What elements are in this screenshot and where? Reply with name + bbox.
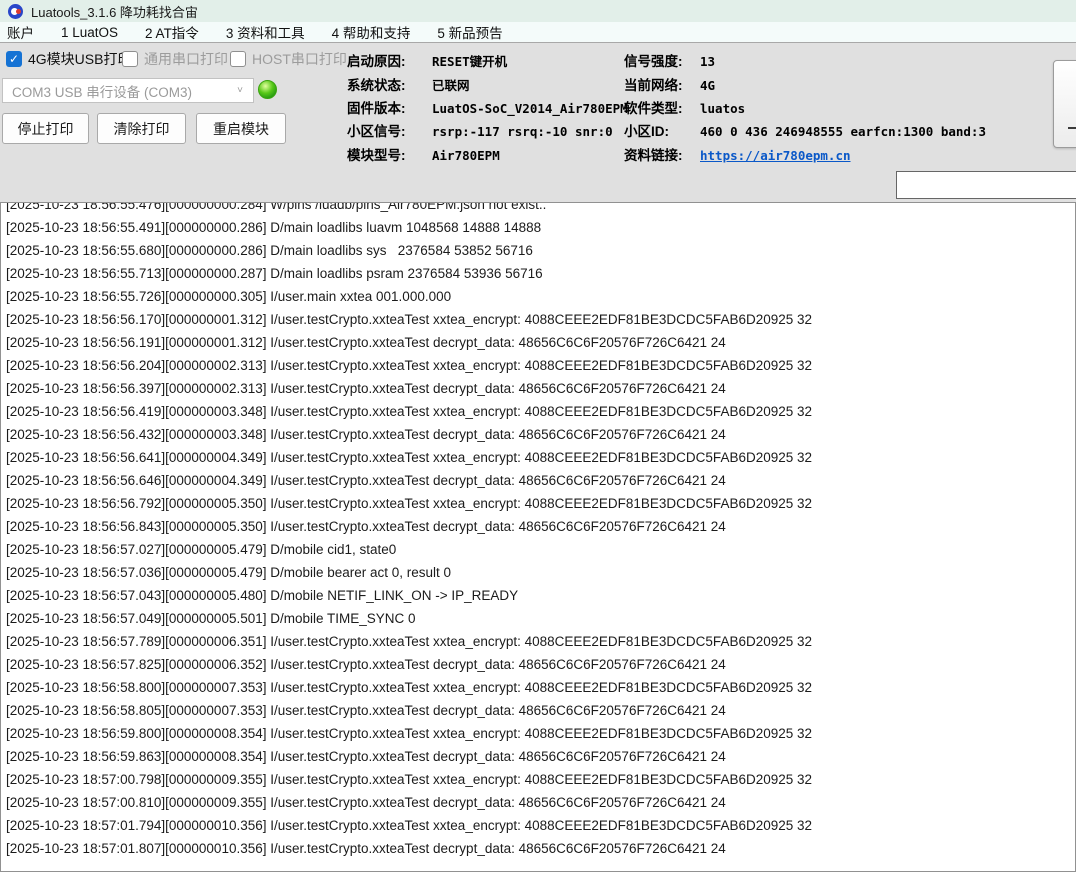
checkbox-generic-serial-print[interactable]: 通用串口打印 [122,49,228,69]
current-network-label: 当前网络: [624,74,700,94]
minus-icon [1068,127,1076,129]
menu-item-help-support[interactable]: 4 帮助和支持 [332,22,411,42]
log-line: [2025-10-23 18:56:56.419][000000003.348]… [6,400,1075,423]
log-line: [2025-10-23 18:56:57.825][000000006.352]… [6,653,1075,676]
log-line: [2025-10-23 18:57:01.807][000000010.356]… [6,837,1075,860]
connection-status-led-icon [258,80,277,99]
checkbox-host-serial-print[interactable]: HOST串口打印 [230,49,347,69]
menu-item-new-products[interactable]: 5 新品预告 [437,22,502,42]
luatools-window: Luatools_3.1.6 降功耗找合宙 账户 1 LuatOS 2 AT指令… [0,0,1076,872]
log-line: [2025-10-23 18:56:56.646][000000004.349]… [6,469,1075,492]
info-row-module-model: 模块型号: Air780EPM [347,144,500,164]
log-line: [2025-10-23 18:56:56.204][000000002.313]… [6,354,1075,377]
log-line: [2025-10-23 18:56:57.789][000000006.351]… [6,630,1075,653]
log-line: [2025-10-23 18:56:58.800][000000007.353]… [6,676,1075,699]
log-line: [2025-10-23 18:56:55.476][000000000.284]… [6,202,1075,216]
log-output-area[interactable]: [2025-10-23 18:56:55.476][000000000.284]… [0,202,1076,872]
signal-strength-value: 13 [700,54,715,69]
module-model-value: Air780EPM [432,148,500,163]
current-network-value: 4G [700,78,715,93]
checkbox-usb-print-label: 4G模块USB打印 [28,49,131,69]
log-line: [2025-10-23 18:56:56.397][000000002.313]… [6,377,1075,400]
log-line: [2025-10-23 18:56:56.432][000000003.348]… [6,423,1075,446]
menu-item-at-command[interactable]: 2 AT指令 [145,22,199,42]
checkbox-host-serial-label: HOST串口打印 [252,49,347,69]
checkbox-usb-print[interactable]: ✓ 4G模块USB打印 [6,49,131,69]
firmware-version-value: LuatOS-SoC_V2014_Air780EPM [432,101,628,116]
log-filter-input[interactable] [896,171,1076,199]
stop-print-button[interactable]: 停止打印 [2,113,89,144]
log-line: [2025-10-23 18:56:55.726][000000000.305]… [6,285,1075,308]
signal-strength-label: 信号强度: [624,50,700,70]
system-status-value: 已联网 [432,75,470,94]
checkbox-unchecked-icon[interactable] [230,51,246,67]
com-port-selected-value: COM3 USB 串行设备 (COM3) [12,81,192,101]
app-logo-icon [8,4,23,19]
docs-link[interactable]: https://air780epm.cn [700,148,851,163]
menu-item-luatos[interactable]: 1 LuatOS [61,25,118,40]
checkbox-checked-icon[interactable]: ✓ [6,51,22,67]
log-line: [2025-10-23 18:56:57.036][000000005.479]… [6,561,1075,584]
log-lines: [2025-10-23 18:56:55.476][000000000.284]… [1,202,1075,860]
checkbox-unchecked-icon[interactable] [122,51,138,67]
firmware-version-label: 固件版本: [347,97,432,117]
info-row-cell-signal: 小区信号: rsrp:-117 rsrq:-10 snr:0 [347,120,613,140]
log-line: [2025-10-23 18:56:57.043][000000005.480]… [6,584,1075,607]
log-line: [2025-10-23 18:56:59.800][000000008.354]… [6,722,1075,745]
title-bar: Luatools_3.1.6 降功耗找合宙 [0,0,1076,22]
cell-signal-value: rsrp:-117 rsrq:-10 snr:0 [432,124,613,139]
log-line: [2025-10-23 18:56:57.049][000000005.501]… [6,607,1075,630]
window-title: Luatools_3.1.6 降功耗找合宙 [31,2,198,21]
system-status-label: 系统状态: [347,74,432,94]
cell-signal-label: 小区信号: [347,120,432,140]
software-type-value: luatos [700,101,745,116]
info-row-software-type: 软件类型: luatos [624,97,745,117]
log-line: [2025-10-23 18:56:56.792][000000005.350]… [6,492,1075,515]
module-model-label: 模块型号: [347,144,432,164]
log-line: [2025-10-23 18:56:55.491][000000000.286]… [6,216,1075,239]
software-type-label: 软件类型: [624,97,700,117]
log-line: [2025-10-23 18:56:56.641][000000004.349]… [6,446,1075,469]
log-line: [2025-10-23 18:56:55.713][000000000.287]… [6,262,1075,285]
menu-item-account[interactable]: 账户 [7,22,34,42]
info-row-docs-link: 资料链接: https://air780epm.cn [624,144,851,164]
menu-item-docs-tools[interactable]: 3 资料和工具 [226,22,305,42]
cell-id-value: 460 0 436 246948555 earfcn:1300 band:3 [700,124,986,139]
info-row-system-status: 系统状态: 已联网 [347,74,470,94]
menu-bar: 账户 1 LuatOS 2 AT指令 3 资料和工具 4 帮助和支持 5 新品预… [0,22,1076,43]
log-line: [2025-10-23 18:57:01.794][000000010.356]… [6,814,1075,837]
info-row-signal-strength: 信号强度: 13 [624,50,715,70]
info-row-firmware-version: 固件版本: LuatOS-SoC_V2014_Air780EPM [347,97,628,117]
clear-print-button[interactable]: 清除打印 [97,113,186,144]
boot-reason-label: 启动原因: [347,50,432,70]
log-line: [2025-10-23 18:57:00.798][000000009.355]… [6,768,1075,791]
log-line: [2025-10-23 18:56:56.170][000000001.312]… [6,308,1075,331]
info-row-current-network: 当前网络: 4G [624,74,715,94]
log-line: [2025-10-23 18:56:57.027][000000005.479]… [6,538,1075,561]
boot-reason-value: RESET键开机 [432,51,507,70]
log-line: [2025-10-23 18:56:56.191][000000001.312]… [6,331,1075,354]
side-panel-cutoff[interactable] [1053,60,1076,148]
log-line: [2025-10-23 18:56:55.680][000000000.286]… [6,239,1075,262]
docs-link-label: 资料链接: [624,144,700,164]
log-line: [2025-10-23 18:56:56.843][000000005.350]… [6,515,1075,538]
checkbox-generic-serial-label: 通用串口打印 [144,49,228,69]
log-line: [2025-10-23 18:57:00.810][000000009.355]… [6,791,1075,814]
log-line: [2025-10-23 18:56:59.863][000000008.354]… [6,745,1075,768]
info-row-cell-id: 小区ID: 460 0 436 246948555 earfcn:1300 ba… [624,120,986,140]
cell-id-label: 小区ID: [624,120,700,140]
info-row-boot-reason: 启动原因: RESET键开机 [347,50,507,70]
log-line: [2025-10-23 18:56:58.805][000000007.353]… [6,699,1075,722]
restart-module-button[interactable]: 重启模块 [196,113,286,144]
chevron-down-icon: ˅ [237,85,243,96]
com-port-select[interactable]: COM3 USB 串行设备 (COM3) ˅ [2,78,254,103]
